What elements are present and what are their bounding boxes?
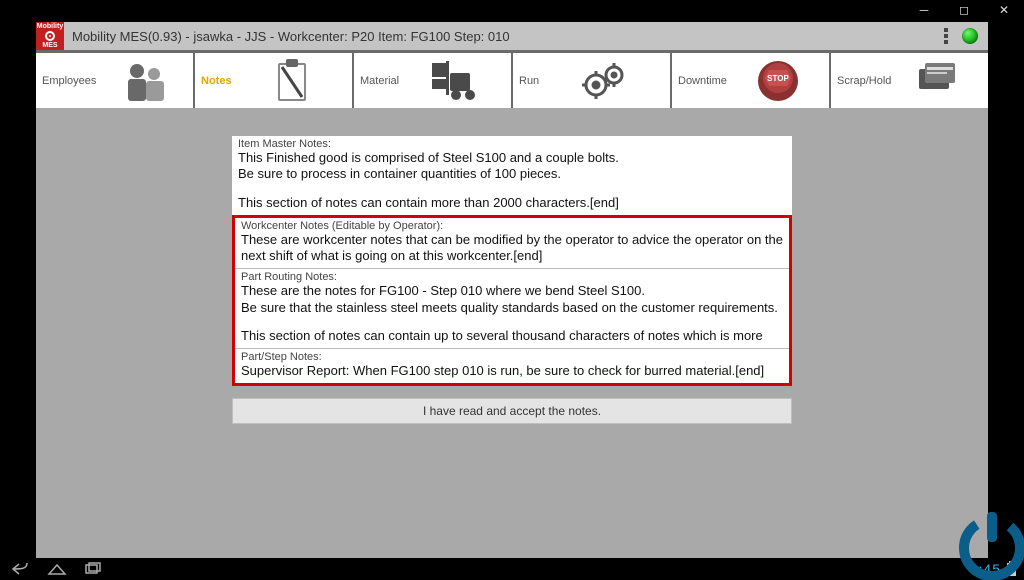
app-title: Mobility MES(0.93) - jsawka - JJS - Work… (64, 29, 936, 44)
recent-apps-button[interactable] (80, 561, 106, 577)
tab-label: Downtime (678, 75, 727, 87)
tab-downtime[interactable]: Downtime STOP (672, 53, 829, 108)
accept-notes-button[interactable]: I have read and accept the notes. (232, 398, 792, 424)
tab-run[interactable]: Run (513, 53, 670, 108)
part-routing-notes-block: Part Routing Notes: These are the notes … (235, 268, 789, 348)
tab-label: Material (360, 75, 399, 87)
notes-icon (238, 57, 346, 105)
tab-scraphold[interactable]: Scrap/Hold (831, 53, 988, 108)
app-logo-bottom: MES (42, 42, 57, 49)
overflow-menu-icon[interactable] (936, 28, 956, 44)
app-viewport: Mobility MES Mobility MES(0.93) - jsawka… (36, 22, 988, 558)
tab-label: Scrap/Hold (837, 75, 891, 87)
window-minimize-button[interactable]: ─ (904, 0, 944, 20)
note-header: Part/Step Notes: (241, 351, 783, 363)
app-logo-top: Mobility (37, 23, 63, 30)
svg-text:STOP: STOP (767, 74, 789, 83)
device-frame: ─ ◻ ✕ Mobility MES Mobility MES(0.93) - … (0, 0, 1024, 580)
note-body: This Finished good is comprised of Steel… (238, 150, 786, 211)
scrap-icon (897, 61, 982, 101)
workcenter-notes-block[interactable]: Workcenter Notes (Editable by Operator):… (235, 218, 789, 269)
note-body: Supervisor Report: When FG100 step 010 i… (241, 363, 783, 379)
notes-panel: Item Master Notes: This Finished good is… (232, 136, 792, 386)
power-logo-icon (942, 498, 1024, 580)
tab-material[interactable]: Material (354, 53, 511, 108)
window-maximize-button[interactable]: ◻ (944, 0, 984, 20)
highlighted-notes-group: Workcenter Notes (Editable by Operator):… (232, 215, 792, 387)
note-header: Workcenter Notes (Editable by Operator): (241, 220, 783, 232)
part-step-notes-block: Part/Step Notes: Supervisor Report: When… (235, 348, 789, 383)
window-close-button[interactable]: ✕ (984, 0, 1024, 20)
target-icon (45, 31, 55, 41)
gears-icon (545, 59, 664, 103)
tab-strip: Employees Notes Material Run (36, 50, 988, 108)
item-master-notes-block: Item Master Notes: This Finished good is… (232, 136, 792, 215)
home-button[interactable] (44, 561, 70, 577)
stop-button-icon: STOP (733, 58, 823, 104)
android-nav-bar: 8:45 (0, 558, 1024, 580)
notes-content-area: Item Master Notes: This Finished good is… (36, 108, 988, 558)
note-body: These are the notes for FG100 - Step 010… (241, 283, 783, 344)
app-logo: Mobility MES (36, 22, 64, 50)
status-indicator-icon (962, 28, 978, 44)
note-header: Part Routing Notes: (241, 271, 783, 283)
tab-label: Run (519, 75, 539, 87)
note-body: These are workcenter notes that can be m… (241, 232, 783, 265)
app-titlebar: Mobility MES Mobility MES(0.93) - jsawka… (36, 22, 988, 50)
tab-label: Employees (42, 75, 96, 87)
back-button[interactable] (8, 561, 34, 577)
note-header: Item Master Notes: (238, 138, 786, 150)
forklift-icon (405, 59, 505, 103)
window-controls: ─ ◻ ✕ (904, 0, 1024, 20)
tab-employees[interactable]: Employees (36, 53, 193, 108)
tab-label: Notes (201, 75, 232, 87)
employees-icon (102, 59, 187, 103)
tab-notes[interactable]: Notes (195, 53, 352, 108)
